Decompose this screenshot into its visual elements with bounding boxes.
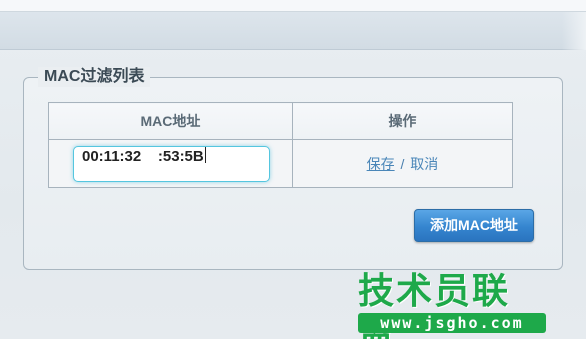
watermark-url: www.jsgho.com [358,313,546,333]
cancel-link[interactable]: 取消 [410,156,438,172]
table-row: 00:11:32 :53:5B 保存 / 取消 [48,139,514,188]
column-header-operation: 操作 [291,102,514,140]
save-link[interactable]: 保存 [367,156,395,172]
text-caret [204,146,206,163]
mac-address-value: 00:11:32 :53:5B [82,147,204,165]
mac-address-input[interactable]: 00:11:32 :53:5B [73,145,270,182]
column-header-mac: MAC地址 [48,102,293,140]
table-header-row: MAC地址 操作 [48,102,514,140]
operation-separator: / [400,155,405,172]
operation-cell: 保存 / 取消 [291,139,514,188]
header-band [0,12,586,50]
top-strip [0,0,586,12]
mac-filter-table: MAC地址 操作 00:11:32 :53:5B 保存 / 取消 [48,102,514,188]
add-mac-address-button[interactable]: 添加MAC地址 [414,209,534,242]
panel-title: MAC过滤列表 [38,67,151,87]
mac-cell: 00:11:32 :53:5B [48,139,293,188]
watermark-logo-text: 技术员联盟 [358,271,511,339]
